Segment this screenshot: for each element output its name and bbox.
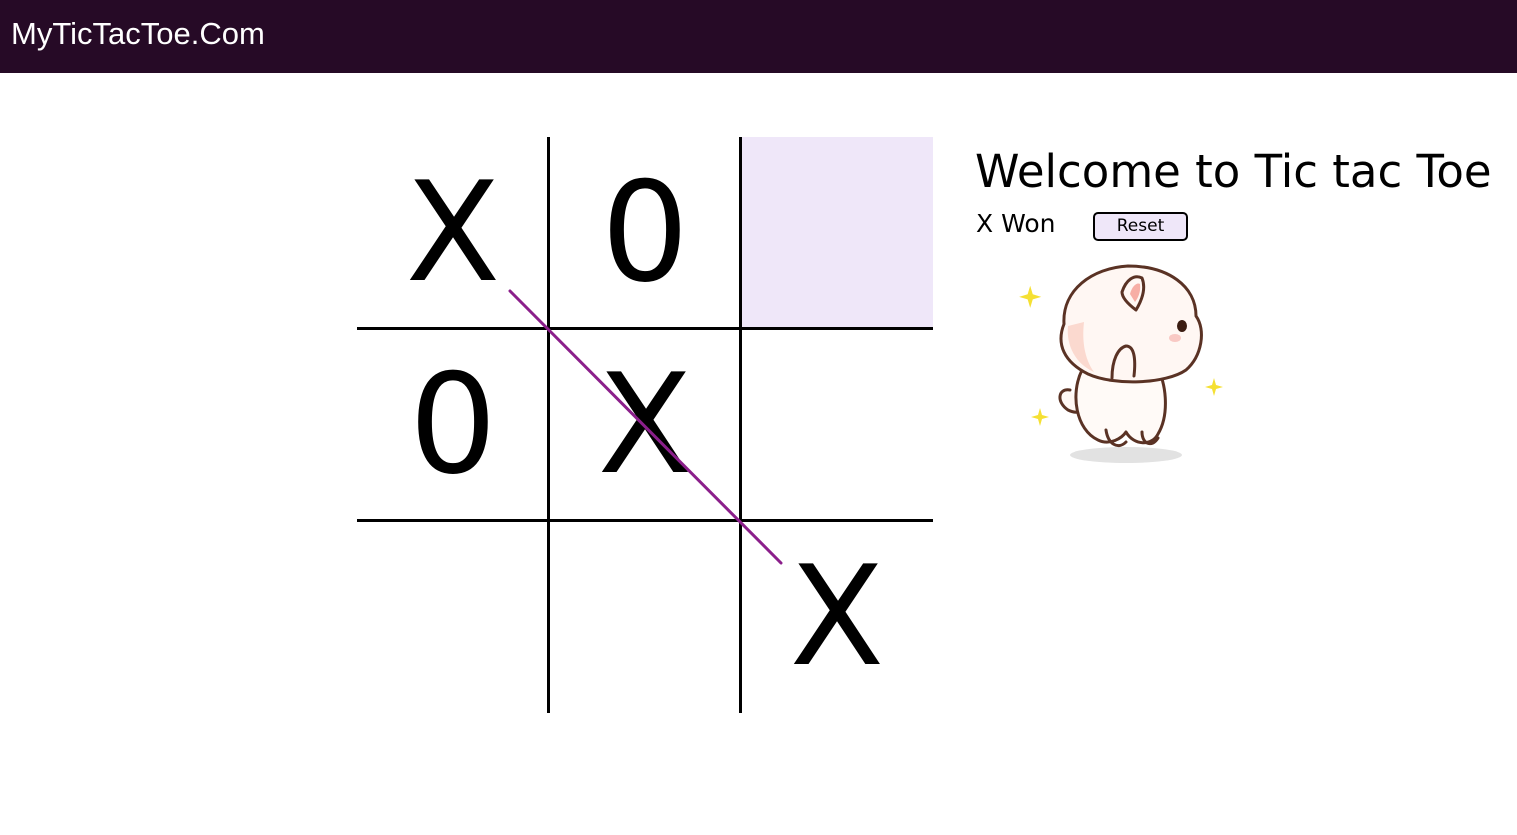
board-cell-5[interactable]: X bbox=[549, 329, 741, 521]
grid-line-vertical-2 bbox=[739, 137, 742, 713]
page-title: Welcome to Tic tac Toe bbox=[975, 145, 1492, 198]
game-status: X Won bbox=[976, 209, 1056, 238]
cat-mascot-icon bbox=[1019, 264, 1223, 463]
site-brand[interactable]: MyTicTacToe.Com bbox=[11, 14, 265, 54]
board-cell-2[interactable]: 0 bbox=[549, 137, 741, 329]
grid-line-horizontal-1 bbox=[357, 327, 933, 330]
grid-line-vertical-1 bbox=[547, 137, 550, 713]
top-navbar: MyTicTacToe.Com bbox=[0, 0, 1517, 73]
board-cell-3[interactable] bbox=[741, 137, 933, 329]
board-cell-8[interactable] bbox=[549, 521, 741, 713]
board-cell-1[interactable]: X bbox=[357, 137, 549, 329]
board-cell-4[interactable]: 0 bbox=[357, 329, 549, 521]
reset-button[interactable]: Reset bbox=[1093, 212, 1188, 241]
board-cell-6[interactable] bbox=[741, 329, 933, 521]
game-board: X 0 0 X X bbox=[357, 137, 933, 713]
board-cell-7[interactable] bbox=[357, 521, 549, 713]
grid-line-horizontal-2 bbox=[357, 519, 933, 522]
board-cell-9[interactable]: X bbox=[741, 521, 933, 713]
